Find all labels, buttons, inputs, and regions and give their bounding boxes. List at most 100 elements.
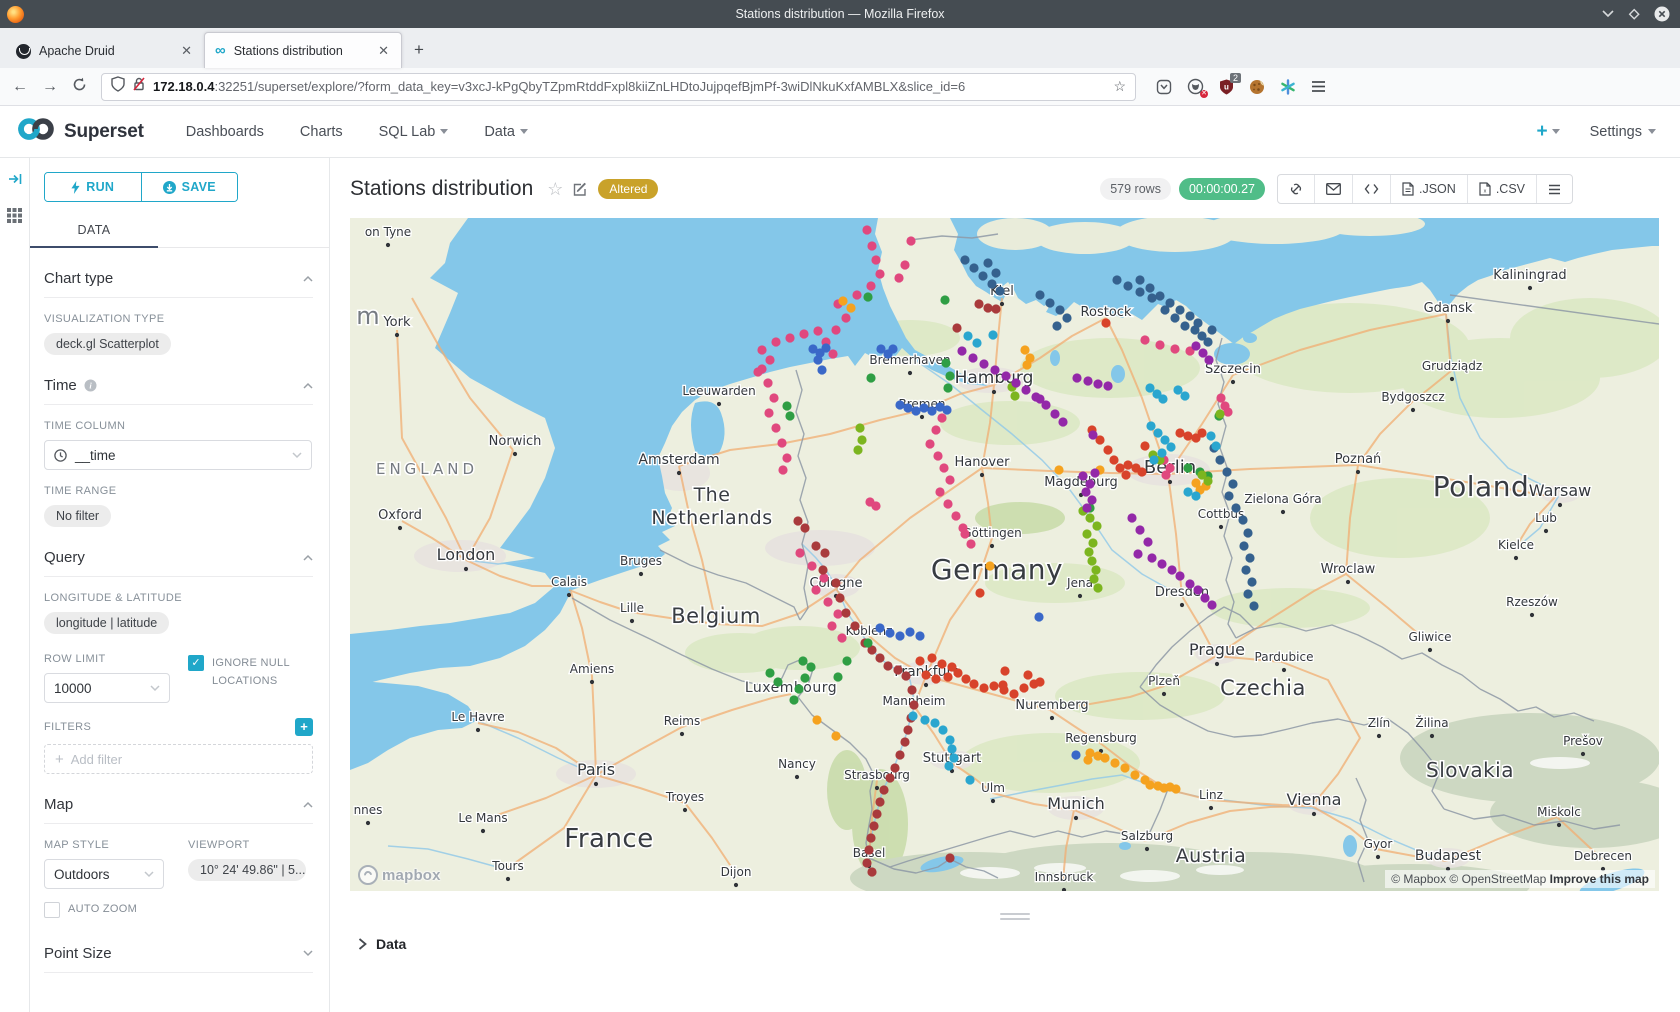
container-mask-icon[interactable]: ✕ [1187, 78, 1204, 95]
scatter-point[interactable] [1062, 313, 1071, 322]
mapbox-logo[interactable]: mapbox [358, 865, 441, 885]
scatter-point[interactable] [975, 588, 984, 597]
scatter-point[interactable] [867, 867, 876, 876]
save-button[interactable]: SAVE [142, 173, 238, 201]
scatter-point[interactable] [1081, 487, 1090, 496]
scatter-point[interactable] [1112, 275, 1121, 284]
scatter-point[interactable] [885, 773, 894, 782]
scatter-point[interactable] [1216, 393, 1225, 402]
scatter-point[interactable] [915, 656, 924, 665]
scatter-point[interactable] [879, 785, 888, 794]
scatter-point[interactable] [1247, 577, 1256, 586]
scatter-point[interactable] [953, 668, 962, 677]
map-style-select[interactable]: Outdoors [44, 859, 164, 889]
scatter-point[interactable] [907, 685, 916, 694]
scatter-point[interactable] [842, 656, 851, 665]
scatter-point[interactable] [908, 711, 917, 720]
scatter-point[interactable] [1153, 428, 1162, 437]
scatter-point[interactable] [838, 296, 847, 305]
forward-icon[interactable]: → [42, 78, 58, 96]
scatter-point[interactable] [1180, 391, 1189, 400]
scatter-point[interactable] [1222, 467, 1231, 476]
scatter-point[interactable] [1072, 373, 1081, 382]
scatter-point[interactable] [1183, 431, 1192, 440]
scatter-point[interactable] [1135, 525, 1144, 534]
export-json-button[interactable]: .JSON [1390, 175, 1467, 203]
time-column-select[interactable]: __time [44, 440, 312, 470]
scatter-point[interactable] [888, 344, 897, 353]
scatter-point[interactable] [1137, 467, 1146, 476]
scatter-point[interactable] [998, 680, 1007, 689]
scatter-point[interactable] [835, 593, 844, 602]
scatter-point[interactable] [1173, 385, 1182, 394]
section-point-size[interactable]: Point Size [44, 945, 313, 973]
new-chart-button[interactable]: + [1536, 121, 1559, 143]
scatter-point[interactable] [875, 623, 884, 632]
scatter-point[interactable] [757, 364, 766, 373]
scatter-point[interactable] [1121, 470, 1130, 479]
scatter-point[interactable] [875, 797, 884, 806]
scatter-point[interactable] [1083, 755, 1092, 764]
scatter-point[interactable] [1088, 538, 1097, 547]
scatter-point[interactable] [764, 408, 773, 417]
time-range-value[interactable]: No filter [44, 505, 111, 527]
scatter-point[interactable] [1241, 565, 1250, 574]
scatter-point[interactable] [1166, 442, 1175, 451]
scatter-point[interactable] [1035, 290, 1044, 299]
ignore-null-checkbox[interactable]: ✓ [188, 655, 204, 671]
scatter-point[interactable] [1045, 298, 1054, 307]
scatter-point[interactable] [1001, 371, 1010, 380]
scatter-point[interactable] [969, 679, 978, 688]
shield-icon[interactable] [111, 76, 125, 97]
scatter-point[interactable] [965, 775, 974, 784]
scatter-point[interactable] [777, 438, 786, 447]
scatter-point[interactable] [895, 400, 904, 409]
scatter-point[interactable] [1021, 385, 1030, 394]
scatter-point[interactable] [1145, 283, 1154, 292]
scatter-point[interactable] [983, 303, 992, 312]
scatter-point[interactable] [1082, 529, 1091, 538]
scatter-point[interactable] [893, 665, 902, 674]
scatter-point[interactable] [1093, 379, 1102, 388]
scatter-point[interactable] [872, 809, 881, 818]
scatter-point[interactable] [1010, 391, 1019, 400]
scatter-point[interactable] [1022, 360, 1031, 369]
extension-asterisk-icon[interactable] [1280, 79, 1296, 95]
scatter-point[interactable] [875, 653, 884, 662]
scatter-point[interactable] [1103, 445, 1112, 454]
scatter-point[interactable] [799, 329, 808, 338]
scatter-point[interactable] [945, 853, 954, 862]
scatter-point[interactable] [911, 406, 920, 415]
scatter-point[interactable] [968, 353, 977, 362]
superset-logo-icon[interactable] [16, 116, 56, 147]
browser-tab-apache-druid[interactable]: Apache Druid ✕ [6, 34, 204, 68]
scatter-point[interactable] [920, 715, 929, 724]
scatter-point[interactable] [1034, 612, 1043, 621]
scatter-point[interactable] [1185, 579, 1194, 588]
chevron-up-icon[interactable] [303, 553, 313, 563]
scatter-point[interactable] [813, 355, 822, 364]
scatter-point[interactable] [1143, 537, 1152, 546]
row-limit-select[interactable]: 10000 [44, 673, 170, 703]
scatter-point[interactable] [1100, 753, 1109, 762]
scatter-point[interactable] [1050, 409, 1059, 418]
reload-icon[interactable] [72, 77, 87, 97]
scatter-point[interactable] [1091, 565, 1100, 574]
window-maximize-icon[interactable] [1628, 8, 1640, 20]
scatter-point[interactable] [821, 343, 830, 352]
scatter-point[interactable] [1167, 565, 1176, 574]
scatter-point[interactable] [1155, 291, 1164, 300]
add-filter-dropzone[interactable]: + Add filter [44, 744, 313, 774]
scatter-point[interactable] [871, 255, 880, 264]
scatter-point[interactable] [949, 753, 958, 762]
nav-item-charts[interactable]: Charts [300, 124, 343, 140]
scatter-point[interactable] [974, 299, 983, 308]
scatter-point[interactable] [1109, 455, 1118, 464]
lock-insecure-icon[interactable] [132, 76, 146, 97]
scatter-point[interactable] [853, 445, 862, 454]
pocket-icon[interactable] [1156, 79, 1172, 95]
scatter-point[interactable] [763, 378, 772, 387]
scatter-point[interactable] [857, 435, 866, 444]
edit-properties-icon[interactable] [573, 182, 588, 197]
scatter-point[interactable] [798, 656, 807, 665]
